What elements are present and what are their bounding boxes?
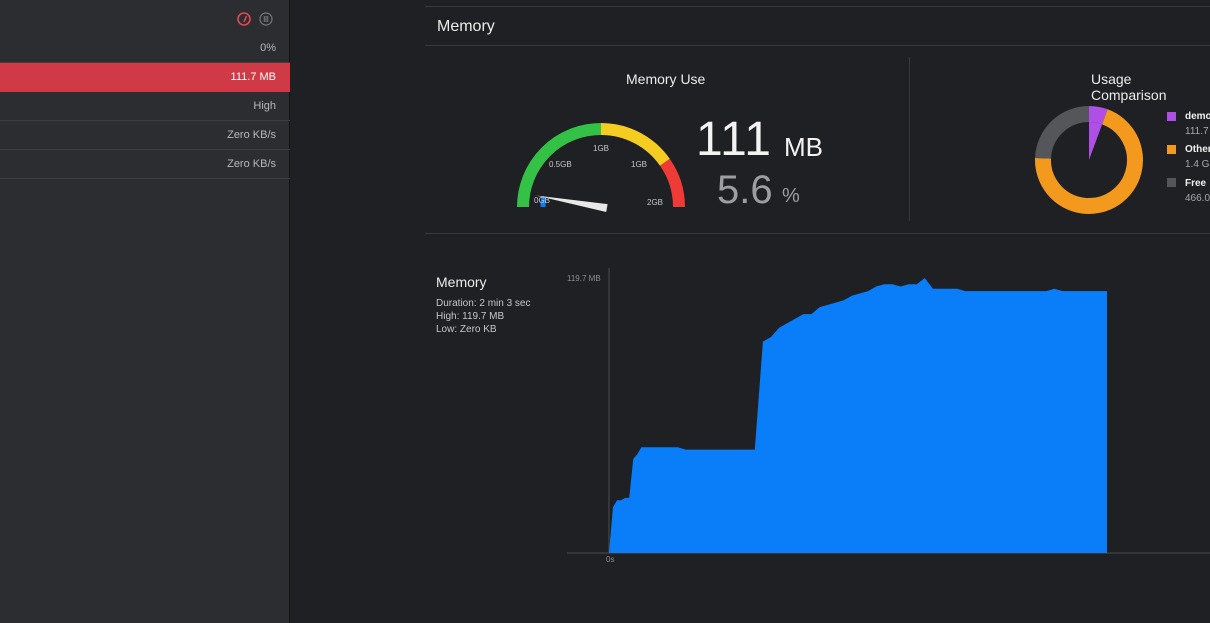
donut-slice-free	[1035, 106, 1090, 159]
sidebar: 0% 111.7 MB High Zero KB/s Zero KB/s	[0, 0, 290, 623]
memory-panel: Memory Memory Use 0GB 0.5GB 1GB 1GB 2GB …	[291, 0, 1210, 623]
memory-unit: MB	[784, 132, 823, 162]
graph-low: Low: Zero KB	[436, 324, 497, 335]
sidebar-row-value: 0%	[260, 42, 276, 54]
sidebar-row-value: Zero KB/s	[227, 129, 276, 141]
donut-slice-demo	[1088, 106, 1108, 125]
gauge-icon[interactable]	[237, 12, 251, 31]
legend-value-demo: 111.7	[1185, 126, 1209, 137]
memory-percent: 5.6	[717, 168, 773, 212]
divider	[425, 233, 1210, 234]
graph-duration: Duration: 2 min 3 sec	[436, 298, 531, 309]
sidebar-row-value: 111.7 MB	[230, 71, 276, 83]
memory-gauge	[517, 123, 685, 212]
sidebar-row-disk[interactable]: Zero KB/s	[0, 121, 290, 150]
memory-use-heading: Memory Use	[626, 71, 706, 87]
usage-donut	[1035, 106, 1143, 214]
legend-name-other: Other	[1185, 144, 1210, 155]
legend-value-free: 466.0	[1185, 193, 1210, 204]
legend-swatch-demo	[1167, 112, 1176, 121]
memory-percent-unit: %	[782, 185, 800, 207]
memory-value: 111	[696, 113, 772, 166]
gauge-label-05gb: 0.5GB	[549, 160, 572, 169]
donut-wedge-demo	[1089, 122, 1103, 160]
sidebar-row-cpu[interactable]: 0%	[0, 34, 290, 63]
sidebar-toolbar	[237, 12, 273, 31]
panel-title: Memory	[437, 18, 495, 35]
usage-comparison-heading: Usage Comparison	[1091, 71, 1167, 103]
divider	[425, 6, 1210, 7]
graph-high: High: 119.7 MB	[436, 311, 505, 322]
graph-title: Memory	[436, 274, 487, 290]
legend-swatch-other	[1167, 145, 1176, 154]
memory-graph	[567, 268, 1210, 554]
sidebar-row-value: High	[253, 100, 276, 112]
legend-name-demo: demo	[1185, 111, 1210, 122]
legend-name-free: Free	[1185, 178, 1207, 189]
gauge-arc-yellow	[600, 123, 670, 166]
pause-icon[interactable]	[259, 12, 273, 31]
gauge-label-1gb: 1GB	[593, 144, 610, 153]
gauge-label-1gb-b: 1GB	[631, 160, 648, 169]
sidebar-row-value: Zero KB/s	[227, 158, 276, 170]
memory-area-series	[609, 278, 1107, 553]
divider	[425, 45, 1210, 46]
gauge-arc-red	[659, 158, 685, 208]
gauge-label-2gb: 2GB	[647, 198, 664, 207]
sidebar-row-network[interactable]: Zero KB/s	[0, 150, 290, 179]
sidebar-row-energy[interactable]: High	[0, 92, 290, 121]
gauge-label-0gb: 0GB	[534, 196, 551, 205]
legend-value-other: 1.4 G	[1185, 159, 1210, 170]
divider	[909, 57, 910, 221]
sidebar-row-memory[interactable]: 111.7 MB	[0, 63, 290, 92]
legend-swatch-free	[1167, 178, 1176, 187]
